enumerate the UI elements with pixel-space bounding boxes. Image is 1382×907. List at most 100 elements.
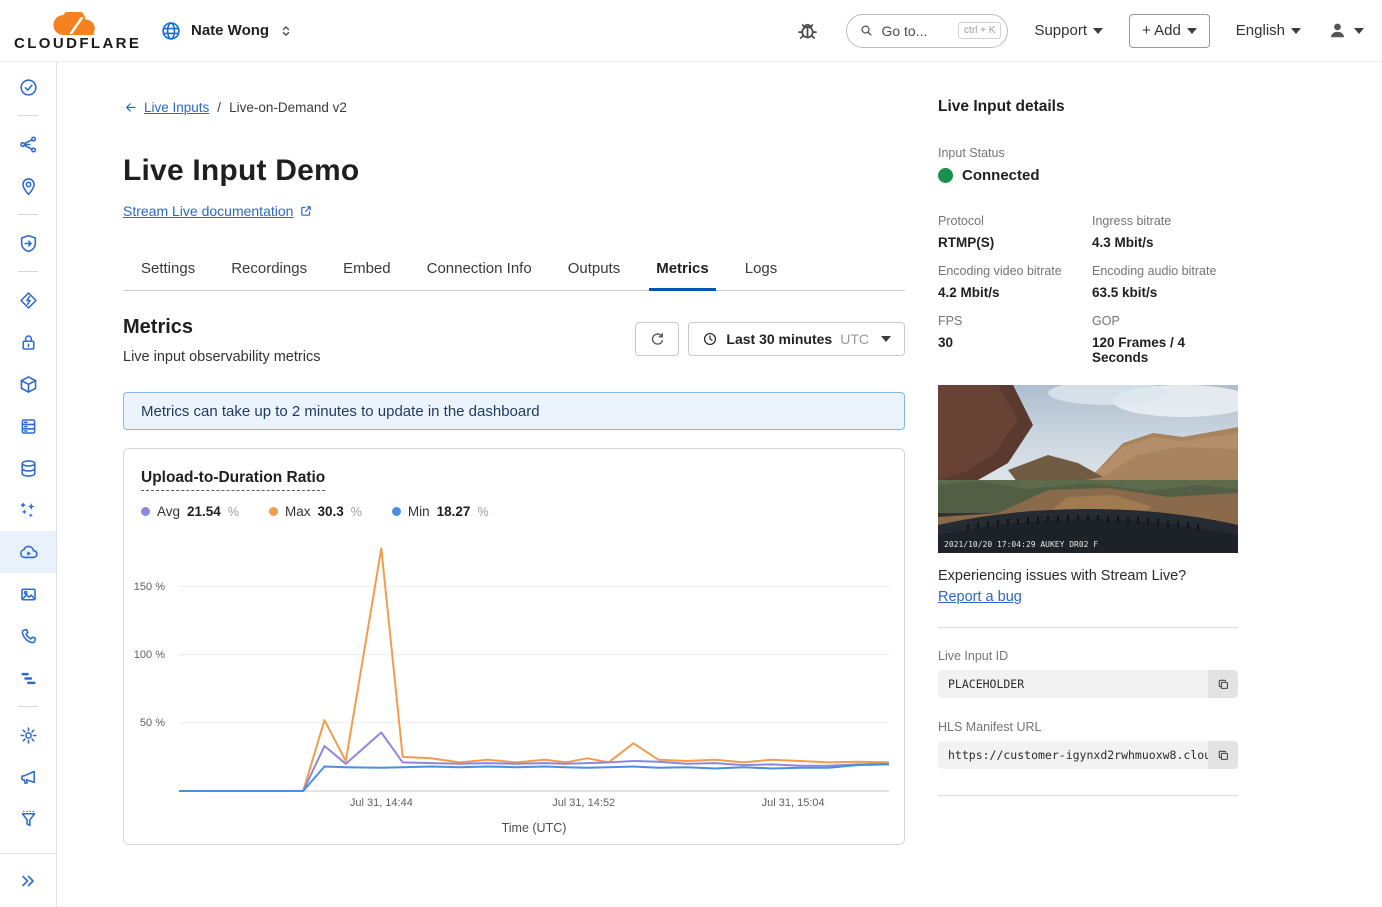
shield-icon (18, 233, 39, 254)
refresh-button[interactable] (635, 322, 679, 356)
sidebar-item-megaphone[interactable] (0, 756, 56, 798)
divider (938, 627, 1238, 628)
x-tick-label: Jul 31, 15:04 (743, 797, 843, 809)
language-menu[interactable]: English (1236, 22, 1301, 39)
detail-label: Encoding audio bitrate (1092, 264, 1238, 278)
bug-icon[interactable] (795, 18, 820, 43)
sidebar-item-traffic[interactable] (0, 123, 56, 165)
detail-value: 63.5 kbit/s (1092, 285, 1238, 300)
breadcrumb-back-link[interactable]: Live Inputs (123, 100, 209, 115)
legend-value: 21.54 (187, 504, 221, 519)
detail-field: FPS30 (938, 314, 1084, 365)
header-actions: Go to... ctrl + K Support + Add English (795, 14, 1364, 48)
tab-settings[interactable]: Settings (140, 250, 196, 290)
tab-embed[interactable]: Embed (342, 250, 392, 290)
sidebar-divider (0, 207, 56, 222)
tab-outputs[interactable]: Outputs (567, 250, 622, 290)
external-link-icon (299, 204, 313, 218)
legend-unit: % (351, 505, 362, 519)
copy-icon (1216, 748, 1231, 763)
x-tick-label: Jul 31, 14:44 (331, 797, 431, 809)
legend-item-avg: Avg21.54% (141, 504, 239, 519)
account-switcher[interactable]: Nate Wong (160, 20, 294, 42)
megaphone-icon (18, 767, 39, 788)
collapse-icon (18, 871, 38, 891)
sidebar-item-queue[interactable] (0, 657, 56, 699)
tab-metrics[interactable]: Metrics (655, 250, 710, 290)
time-range-dropdown[interactable]: Last 30 minutes UTC (688, 322, 905, 356)
legend-item-max: Max30.3% (269, 504, 362, 519)
sidebar-item-gear[interactable] (0, 714, 56, 756)
sidebar-item-phone[interactable] (0, 615, 56, 657)
clock-icon (702, 331, 718, 347)
sidebar-item-lock[interactable] (0, 321, 56, 363)
detail-label: Ingress bitrate (1092, 214, 1238, 228)
status-value: Connected (962, 167, 1040, 184)
tab-connection-info[interactable]: Connection Info (426, 250, 533, 290)
chart-plot (179, 539, 889, 791)
sidebar-item-cube[interactable] (0, 363, 56, 405)
global-search[interactable]: Go to... ctrl + K (846, 14, 1008, 48)
live-input-id-label: Live Input ID (938, 649, 1238, 663)
legend-value: 30.3 (317, 504, 343, 519)
chevron-down-icon (1354, 28, 1364, 34)
work-area: Live Inputs / Live-on-Demand v2 Live Inp… (57, 62, 1382, 907)
add-button[interactable]: + Add (1129, 14, 1210, 48)
stream-docs-link[interactable]: Stream Live documentation (123, 203, 313, 219)
metrics-subheading: Live input observability metrics (123, 349, 320, 365)
sidebar-collapse-button[interactable] (0, 853, 56, 907)
arrow-left-icon (123, 101, 138, 114)
tab-recordings[interactable]: Recordings (230, 250, 308, 290)
cloudflare-dashboard: CLOUDFLARE Nate Wong Go to... ctrl (0, 0, 1382, 907)
copy-hls-url-button[interactable] (1208, 741, 1238, 769)
chevron-down-icon (1187, 28, 1197, 34)
detail-value: 30 (938, 335, 1084, 350)
sidebar-item-location-pin[interactable] (0, 165, 56, 207)
report-bug-link[interactable]: Report a bug (938, 589, 1022, 605)
info-banner: Metrics can take up to 2 minutes to upda… (123, 392, 905, 430)
sparkles-icon (18, 500, 39, 521)
sidebar-divider (0, 699, 56, 714)
language-label: English (1236, 22, 1285, 39)
traffic-icon (18, 134, 39, 155)
page-title: Live Input Demo (123, 154, 359, 188)
detail-field: Protocol RTMP(S) (938, 214, 1084, 250)
chevron-down-icon (881, 336, 891, 342)
details-heading: Live Input details (938, 98, 1238, 116)
sidebar-item-images[interactable] (0, 573, 56, 615)
sidebar-item-stream[interactable] (0, 531, 56, 573)
sidebar-item-funnel[interactable] (0, 798, 56, 840)
sidebar-item-shield[interactable] (0, 222, 56, 264)
database-icon (18, 458, 39, 479)
y-tick-label: 100 % (134, 649, 165, 661)
legend-dot-icon (141, 507, 150, 516)
metrics-heading: Metrics (123, 316, 193, 339)
sidebar-item-database[interactable] (0, 447, 56, 489)
live-input-id-field: PLACEHOLDER (938, 670, 1238, 698)
user-menu[interactable] (1327, 20, 1364, 41)
series-min (179, 764, 889, 791)
metrics-controls: Last 30 minutes UTC (635, 322, 905, 356)
cloudflare-logo[interactable]: CLOUDFLARE (14, 12, 132, 52)
hls-manifest-url-value: https://customer-igynxd2rwhmuoxw8.cloudf (938, 741, 1208, 769)
lock-icon (18, 332, 39, 353)
support-menu[interactable]: Support (1034, 22, 1103, 39)
detail-field: GOP120 Frames / 4 Seconds (1092, 314, 1238, 365)
detail-label: GOP (1092, 314, 1238, 328)
tab-logs[interactable]: Logs (744, 250, 779, 290)
queue-icon (18, 668, 39, 689)
sidebar-item-server[interactable] (0, 405, 56, 447)
location-pin-icon (18, 176, 39, 197)
hls-manifest-url-field: https://customer-igynxd2rwhmuoxw8.cloudf (938, 741, 1238, 769)
live-input-details-panel: Live Input details Input Status Connecte… (938, 98, 1238, 817)
sidebar-item-clock-check[interactable] (0, 66, 56, 108)
copy-input-id-button[interactable] (1208, 670, 1238, 698)
legend-unit: % (228, 505, 239, 519)
sidebar-item-sparkles[interactable] (0, 489, 56, 531)
sidebar-item-layers-bolt[interactable] (0, 279, 56, 321)
detail-value: RTMP(S) (938, 235, 1084, 250)
x-axis-labels: Jul 31, 14:44Jul 31, 14:52Jul 31, 15:04 (179, 797, 889, 813)
series-max (179, 549, 889, 792)
live-preview-thumbnail: 2021/10/20 17:04:29 AUKEY DR02 F (938, 385, 1238, 553)
detail-label: Protocol (938, 214, 1084, 228)
